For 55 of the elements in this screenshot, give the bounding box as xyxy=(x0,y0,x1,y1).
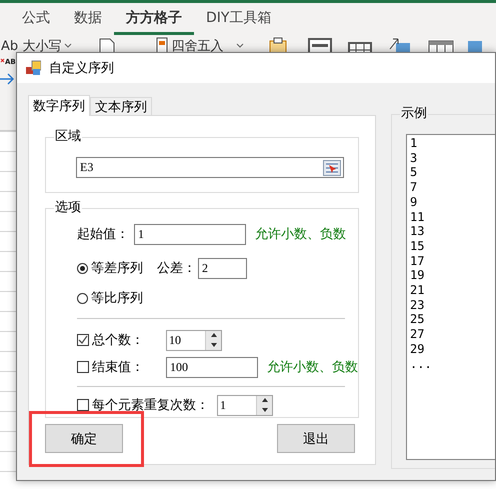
app-icon xyxy=(25,60,41,76)
ribbon-tab[interactable]: 方方格子 xyxy=(114,3,194,35)
list-item: 3 xyxy=(410,150,418,166)
step-field[interactable]: 2 xyxy=(198,258,247,278)
ribbon-tab[interactable]: 公式 xyxy=(10,3,62,35)
list-item: 27 xyxy=(410,327,426,342)
cross-icon xyxy=(0,58,5,63)
checkbox[interactable]: 每个元素重复次数： xyxy=(77,396,217,414)
ribbon-tab[interactable]: 数据 xyxy=(62,3,114,35)
group-label: 选项 xyxy=(55,200,81,215)
list-item: 25 xyxy=(410,312,426,328)
hint-text: 允许小数、负数 xyxy=(255,226,346,243)
spin-up-icon xyxy=(210,332,218,338)
dialog-tab[interactable]: 文本序列 xyxy=(90,97,152,115)
group-label: 示例 xyxy=(401,106,427,121)
start-value-field[interactable]: 1 xyxy=(134,224,246,244)
case-button[interactable]: Ab 大小写 xyxy=(1,37,72,54)
spin-down-icon xyxy=(260,406,268,413)
field-label: 公差： xyxy=(157,260,196,277)
range-field[interactable]: E3 xyxy=(76,157,344,178)
list-item: 19 xyxy=(410,268,426,284)
list-item: 21 xyxy=(410,283,426,298)
hint-text: 允许小数、负数 xyxy=(267,359,358,376)
spin-down-icon xyxy=(210,342,218,348)
radio-option[interactable]: 等比序列 xyxy=(77,289,143,307)
window-title: 自定义序列 xyxy=(49,60,114,77)
ok-button[interactable]: 确定 xyxy=(45,424,123,453)
group-label: 区域 xyxy=(55,129,81,144)
repeat-spinner[interactable]: 1 xyxy=(217,394,273,416)
arrow-icon xyxy=(0,72,15,86)
list-item: 1 xyxy=(410,136,418,151)
list-item: 13 xyxy=(410,224,426,239)
range-picker-icon[interactable] xyxy=(323,160,341,176)
list-item: 9 xyxy=(410,194,418,210)
list-item: 7 xyxy=(410,180,418,195)
ribbon-tab[interactable]: DIY工具箱 xyxy=(194,3,284,35)
list-item: 15 xyxy=(410,238,426,254)
exit-button[interactable]: 退出 xyxy=(277,424,355,453)
count-spinner[interactable]: 10 xyxy=(166,330,222,350)
field-label: 起始值： xyxy=(77,226,130,243)
caret-icon xyxy=(236,43,244,48)
list-item: 17 xyxy=(410,254,426,268)
radio-option[interactable]: 等差序列 xyxy=(77,259,143,277)
checkbox[interactable]: 总个数： xyxy=(77,331,166,349)
list-item: 29 xyxy=(410,342,426,357)
list-item: 23 xyxy=(410,298,426,312)
checkmark-icon xyxy=(78,335,88,345)
list-item: 11 xyxy=(410,210,426,224)
checkbox[interactable]: 结束值： xyxy=(77,358,166,376)
caret-icon xyxy=(64,43,72,48)
spin-up-icon xyxy=(260,397,268,404)
dialog-tab[interactable]: 数字序列 xyxy=(28,95,90,116)
list-item: ... xyxy=(410,356,433,372)
list-item: 5 xyxy=(410,165,418,180)
end-value-field[interactable]: 100 xyxy=(166,356,258,378)
